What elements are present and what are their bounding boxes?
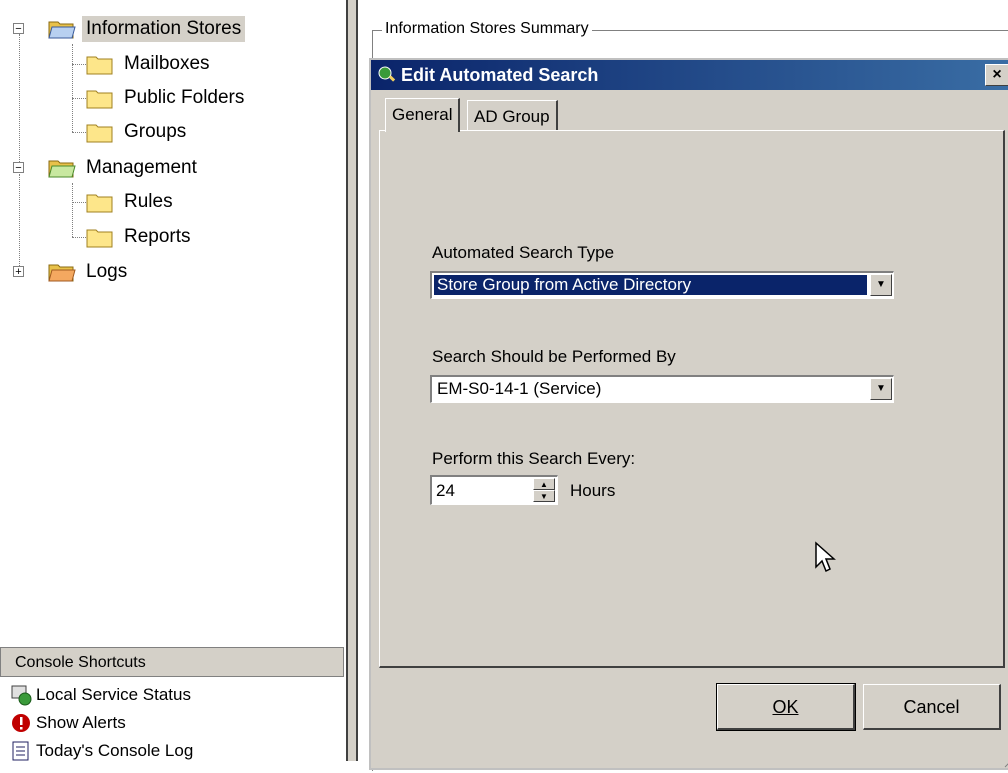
tree-item-label: Groups (124, 121, 187, 142)
spin-down-icon[interactable]: ▼ (533, 490, 555, 502)
search-type-label: Automated Search Type (432, 243, 615, 262)
tree-item-reports[interactable]: Reports (86, 222, 195, 252)
tree-item-information-stores[interactable]: Information Stores (48, 14, 246, 44)
edit-automated-search-dialog: Edit Automated Search × Automated Search… (369, 58, 1008, 770)
cancel-button[interactable]: Cancel (863, 684, 1001, 730)
chevron-down-icon[interactable]: ▼ (870, 274, 892, 296)
tab-panel-general: Automated Search Type Store Group from A… (379, 130, 1005, 668)
pane-splitter[interactable] (346, 0, 358, 761)
folder-icon (86, 53, 114, 75)
tab-ad-group[interactable]: AD Group (467, 100, 558, 130)
tree-item-management[interactable]: Management (48, 153, 201, 183)
folder-open-icon (48, 18, 76, 40)
performed-by-label: Search Should be Performed By (432, 347, 676, 366)
mouse-cursor-icon (814, 541, 838, 580)
shortcut-todays-console-log[interactable]: Today's Console Log (10, 739, 193, 763)
folder-icon (86, 226, 114, 248)
console-shortcuts-header: Console Shortcuts (0, 647, 344, 677)
dialog-title: Edit Automated Search (401, 64, 599, 85)
dialog-titlebar[interactable]: Edit Automated Search × (371, 60, 1008, 90)
alert-icon (10, 712, 32, 734)
expand-toggle[interactable]: + (13, 266, 24, 278)
search-type-select[interactable]: Store Group from Active Directory ▼ (430, 271, 894, 299)
summary-title: Information Stores Summary (382, 20, 592, 38)
collapse-toggle[interactable]: − (13, 23, 24, 35)
tree-item-label: Management (86, 157, 197, 178)
hours-unit-label: Hours (570, 481, 616, 500)
shortcut-label: Show Alerts (36, 713, 126, 732)
log-icon (10, 740, 32, 762)
chevron-down-icon[interactable]: ▼ (870, 378, 892, 400)
navigation-tree: − Information Stores Mailboxes Public Fo… (0, 0, 346, 645)
folder-open-icon (48, 261, 76, 283)
folder-icon (86, 121, 114, 143)
tree-item-label: Rules (124, 191, 173, 212)
tree-item-groups[interactable]: Groups (86, 117, 190, 147)
resize-grip-icon[interactable] (1001, 752, 1008, 768)
shortcut-show-alerts[interactable]: Show Alerts (10, 711, 126, 735)
performed-by-value: EM-S0-14-1 (Service) (437, 379, 602, 398)
spin-up-icon[interactable]: ▲ (533, 478, 555, 490)
tree-item-label: Information Stores (82, 16, 246, 42)
tree-item-label: Public Folders (124, 87, 245, 108)
tree-item-mailboxes[interactable]: Mailboxes (86, 49, 214, 79)
tree-item-label: Logs (86, 261, 128, 282)
every-label: Perform this Search Every: (432, 449, 636, 468)
search-app-icon (377, 65, 397, 85)
shortcut-label: Local Service Status (36, 685, 191, 704)
shortcut-label: Today's Console Log (36, 741, 194, 760)
service-status-icon (10, 684, 32, 706)
shortcut-local-service-status[interactable]: Local Service Status (10, 683, 191, 707)
tab-general[interactable]: General (385, 98, 461, 132)
ok-button[interactable]: OK (716, 683, 856, 731)
spin-control[interactable]: ▲ ▼ (533, 478, 555, 502)
tree-item-label: Reports (124, 226, 191, 247)
search-type-value: Store Group from Active Directory (434, 275, 867, 295)
folder-icon (86, 87, 114, 109)
tree-item-label: Mailboxes (124, 53, 210, 74)
hours-value: 24 (436, 481, 455, 500)
performed-by-select[interactable]: EM-S0-14-1 (Service) ▼ (430, 375, 894, 403)
folder-icon (86, 191, 114, 213)
hours-stepper[interactable]: 24 ▲ ▼ (430, 475, 558, 505)
console-shortcuts-panel: Console Shortcuts Local Service Status S… (0, 645, 346, 761)
tree-item-public-folders[interactable]: Public Folders (86, 83, 248, 113)
tree-item-rules[interactable]: Rules (86, 187, 177, 217)
collapse-toggle[interactable]: − (13, 162, 24, 174)
folder-open-icon (48, 157, 76, 179)
close-button[interactable]: × (985, 64, 1008, 86)
tree-item-logs[interactable]: Logs (48, 257, 131, 287)
